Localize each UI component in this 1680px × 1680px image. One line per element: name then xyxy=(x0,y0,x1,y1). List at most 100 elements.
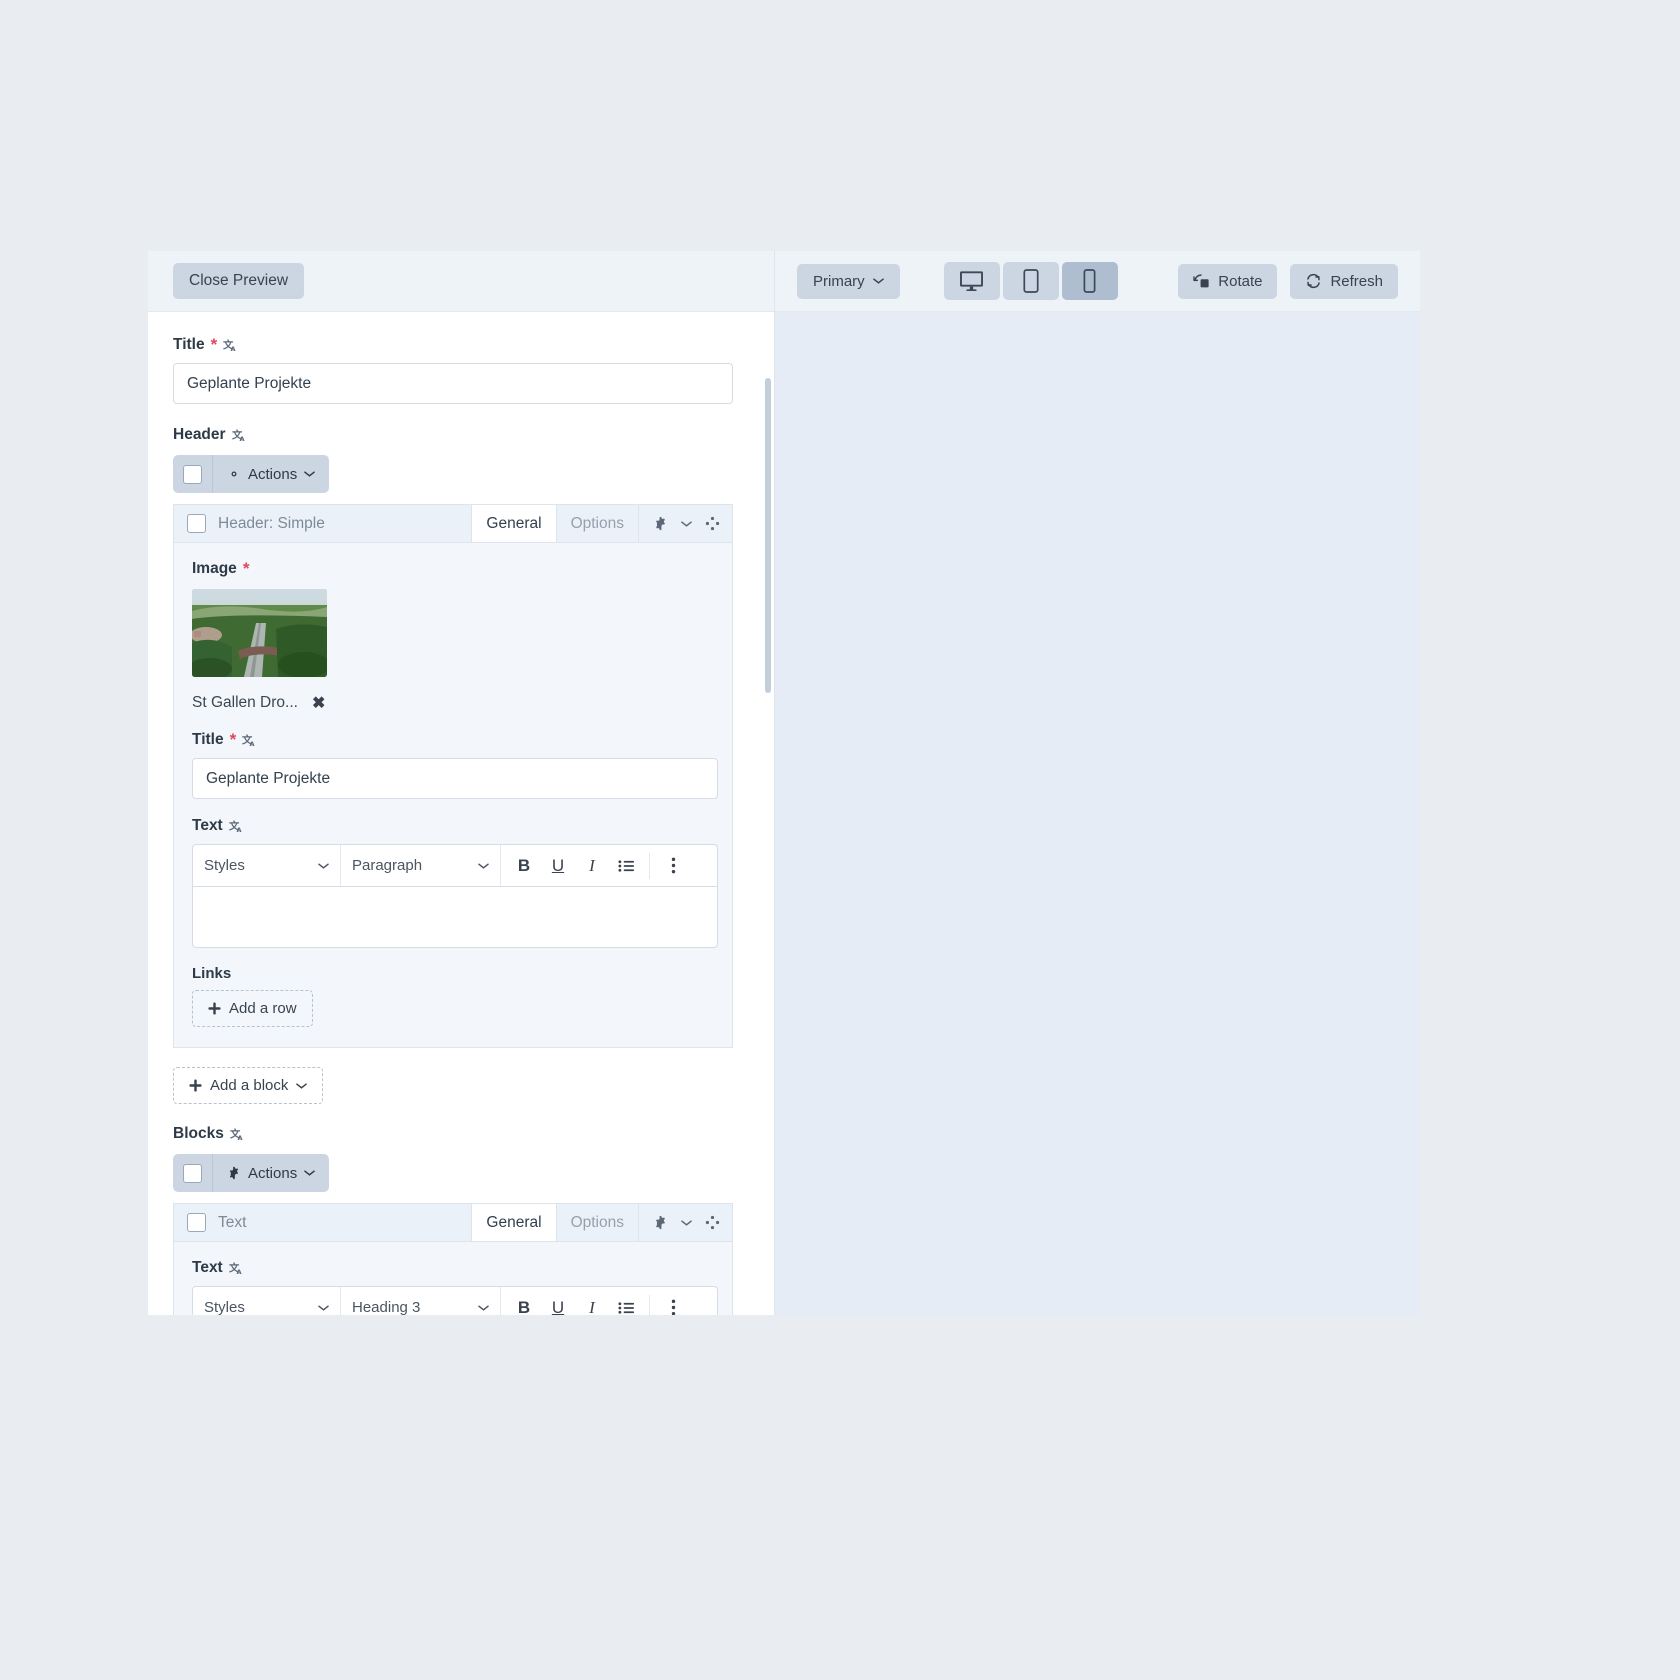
form-scrollbar[interactable] xyxy=(765,378,771,693)
required-marker: * xyxy=(229,729,237,749)
header-actions-button[interactable]: Actions xyxy=(213,455,329,493)
required-marker: * xyxy=(242,558,250,578)
svg-text:A: A xyxy=(231,345,237,353)
underline-button[interactable]: U xyxy=(541,1291,575,1316)
theme-select-button[interactable]: Primary xyxy=(797,263,900,299)
rte-format-select[interactable]: Heading 3 xyxy=(341,1287,501,1315)
device-mobile-button[interactable] xyxy=(1061,262,1118,300)
settings-gear-icon[interactable] xyxy=(653,516,668,531)
rte-button-group: B U I xyxy=(501,1291,717,1316)
text-block-panel-head: Text General Options xyxy=(174,1204,732,1242)
header-simple-panel: Header: Simple General Options Image * S… xyxy=(173,504,733,1048)
gear-icon xyxy=(227,1166,241,1180)
drag-handle-icon[interactable] xyxy=(705,1215,720,1230)
image-label-text: Image xyxy=(192,560,237,577)
more-options-button[interactable] xyxy=(656,1291,690,1315)
translate-icon[interactable]: 文A xyxy=(229,819,244,834)
gear-icon xyxy=(227,467,241,481)
rte-styles-select[interactable]: Styles xyxy=(193,845,341,886)
remove-image-icon[interactable]: ✖ xyxy=(312,693,325,713)
device-tablet-button[interactable] xyxy=(1002,262,1059,300)
blocks-select-all-checkbox[interactable] xyxy=(183,1163,202,1183)
form-toolbar: Close Preview xyxy=(148,251,774,312)
italic-button[interactable]: I xyxy=(575,849,609,883)
rte-toolbar: Styles Heading 3 B U I xyxy=(192,1286,718,1315)
tab-options[interactable]: Options xyxy=(555,505,638,542)
rte-format-value: Paragraph xyxy=(352,857,423,874)
blocks-section-label: Blocks 文A xyxy=(173,1125,749,1143)
header-simple-panel-icons xyxy=(638,505,732,542)
header-title-input[interactable] xyxy=(192,758,718,799)
svg-text:A: A xyxy=(239,435,245,443)
close-preview-button[interactable]: Close Preview xyxy=(173,262,305,300)
header-section-label: Header 文A xyxy=(173,426,749,444)
tab-general[interactable]: General xyxy=(471,505,556,542)
rte-format-select[interactable]: Paragraph xyxy=(341,845,501,886)
image-chip-row: St Gallen Dro... ✖ xyxy=(192,693,714,713)
translate-icon[interactable]: 文A xyxy=(242,733,257,748)
header-actions-bar: Actions xyxy=(173,455,330,493)
header-simple-checkbox[interactable] xyxy=(187,514,206,533)
bullet-list-button[interactable] xyxy=(609,849,643,883)
title-label-text: Title xyxy=(173,336,205,353)
text-block-panel: Text General Options Text 文 A Styles Hea… xyxy=(173,1203,733,1315)
svg-text:A: A xyxy=(250,740,256,748)
translate-icon[interactable]: 文A xyxy=(230,1127,245,1142)
underline-button[interactable]: U xyxy=(541,849,575,883)
blocks-actions-bar: Actions xyxy=(173,1154,330,1192)
device-desktop-button[interactable] xyxy=(943,262,1000,300)
add-a-row-button[interactable]: Add a row xyxy=(192,990,313,1027)
plus-icon xyxy=(208,1002,221,1015)
chevron-down-icon xyxy=(318,862,329,870)
refresh-button[interactable]: Refresh xyxy=(1290,263,1398,299)
svg-text:A: A xyxy=(236,1268,242,1276)
translate-icon[interactable]: 文A xyxy=(232,428,247,443)
title-input[interactable] xyxy=(173,363,733,404)
toolbar-divider xyxy=(649,1294,650,1315)
rte-styles-select[interactable]: Styles xyxy=(193,1287,341,1315)
header-title-field-label: Title * 文A xyxy=(192,731,714,749)
header-title-label-text: Title xyxy=(192,731,224,748)
links-label: Links xyxy=(192,965,232,982)
required-marker: * xyxy=(210,334,218,354)
header-text-label-text: Text xyxy=(192,817,223,834)
preview-stage: Mobilität mit Zukunft VCS xyxy=(775,312,1420,1315)
chevron-down-icon xyxy=(318,1304,329,1312)
chevron-down-icon[interactable] xyxy=(681,520,692,528)
text-block-checkbox[interactable] xyxy=(187,1213,206,1232)
bold-button[interactable]: B xyxy=(507,849,541,883)
translate-icon[interactable]: 文A xyxy=(223,338,238,353)
chevron-down-icon xyxy=(872,277,884,285)
header-actions-label: Actions xyxy=(248,465,298,483)
header-label-text: Header xyxy=(173,426,226,443)
plus-icon xyxy=(189,1079,202,1092)
rotate-button[interactable]: Rotate xyxy=(1178,263,1278,299)
title-field-label: Title * 文A xyxy=(173,336,749,354)
header-select-all-cell xyxy=(173,455,213,493)
blocks-select-all-cell xyxy=(173,1154,213,1192)
rte-content-area[interactable] xyxy=(192,886,718,948)
bullet-list-button[interactable] xyxy=(609,1291,643,1316)
blocks-label-text: Blocks xyxy=(173,1125,224,1142)
rte-styles-value: Styles xyxy=(204,1299,245,1315)
tab-options[interactable]: Options xyxy=(555,1204,638,1241)
italic-button[interactable]: I xyxy=(575,1291,609,1316)
rotate-icon xyxy=(1193,273,1210,289)
image-field-label: Image * xyxy=(192,560,714,578)
tab-general[interactable]: General xyxy=(471,1204,556,1241)
header-select-all-checkbox[interactable] xyxy=(183,464,202,484)
more-options-button[interactable] xyxy=(656,849,690,883)
add-a-block-button[interactable]: Add a block xyxy=(173,1067,324,1104)
drag-handle-icon[interactable] xyxy=(705,516,720,531)
image-thumbnail[interactable] xyxy=(192,589,327,677)
preview-toolbar-right: Rotate Refresh xyxy=(1178,263,1398,299)
settings-gear-icon[interactable] xyxy=(653,1215,668,1230)
bold-button[interactable]: B xyxy=(507,1291,541,1316)
blocks-actions-button[interactable]: Actions xyxy=(213,1154,329,1192)
preview-editor-window: Close Preview Title * 文A Header 文A xyxy=(148,251,1420,1315)
chevron-down-icon[interactable] xyxy=(681,1219,692,1227)
translate-icon[interactable]: 文A xyxy=(229,1261,244,1276)
header-simple-panel-body: Image * St Gallen Dro... ✖ Title * 文 A G… xyxy=(174,543,732,1047)
rotate-label: Rotate xyxy=(1218,272,1263,290)
refresh-icon xyxy=(1305,273,1322,289)
